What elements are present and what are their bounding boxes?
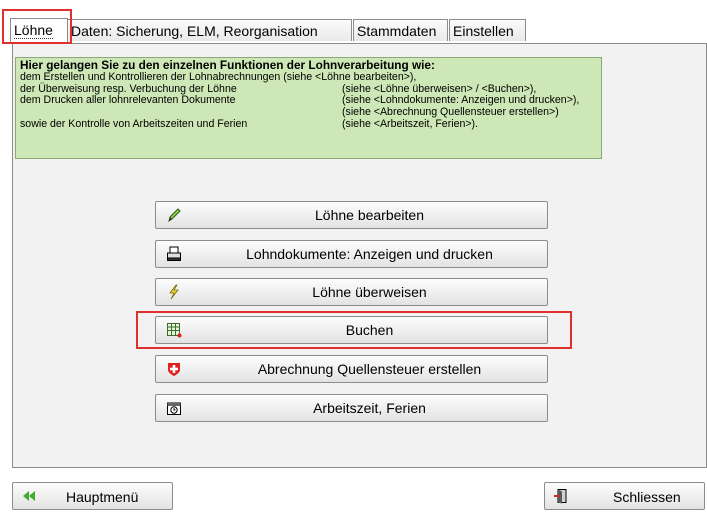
arbeitszeit-ferien-button[interactable]: Arbeitszeit, Ferien [155,394,548,422]
loehne-ueberweisen-button[interactable]: Löhne überweisen [155,278,548,306]
lohndokumente-button[interactable]: Lohndokumente: Anzeigen und drucken [155,240,548,268]
tab-einstellen[interactable]: Einstellen [449,19,526,41]
highlight-box-tab [2,9,72,44]
info-row: dem Erstellen und Kontrollieren der Lohn… [20,70,597,84]
clock-calendar-icon [167,402,181,415]
info-row: sowie der Kontrolle von Arbeitszeiten un… [20,117,597,131]
button-label: Hauptmenü [66,489,139,505]
hauptmenue-button[interactable]: Hauptmenü [12,482,173,510]
quellensteuer-button[interactable]: Abrechnung Quellensteuer erstellen [155,355,548,383]
info-row-left: dem Erstellen und Kontrollieren der Lohn… [20,70,417,83]
lightning-icon [169,284,179,300]
button-label: Löhne bearbeiten [315,207,424,223]
tab-label: Stammdaten [357,23,437,39]
info-row-right: (siehe <Arbeitszeit, Ferien>). [342,117,479,130]
info-box: Hier gelangen Sie zu den einzelnen Funkt… [15,57,602,159]
tab-daten[interactable]: Daten: Sicherung, ELM, Reorganisation [67,19,352,41]
tab-label: Daten: Sicherung, ELM, Reorganisation [71,23,318,39]
tab-label: Einstellen [453,23,514,39]
exit-door-icon [554,489,567,504]
button-label: Arbeitszeit, Ferien [313,400,426,416]
printer-icon [167,246,181,261]
schliessen-button[interactable]: Schliessen [544,482,705,510]
button-label: Schliessen [613,489,681,505]
info-row-left: dem Drucken aller lohnrelevanten Dokumen… [20,94,236,107]
button-label: Lohndokumente: Anzeigen und drucken [246,246,493,262]
button-label: Löhne überweisen [312,284,427,300]
pencil-icon [168,208,181,223]
button-label: Abrechnung Quellensteuer erstellen [257,361,482,377]
tab-stammdaten[interactable]: Stammdaten [353,19,448,41]
swiss-cross-icon [168,363,180,376]
info-row-left: sowie der Kontrolle von Arbeitszeiten un… [20,117,248,130]
double-arrow-left-icon [23,491,35,501]
highlight-box-buchen [136,311,572,349]
loehne-bearbeiten-button[interactable]: Löhne bearbeiten [155,201,548,229]
